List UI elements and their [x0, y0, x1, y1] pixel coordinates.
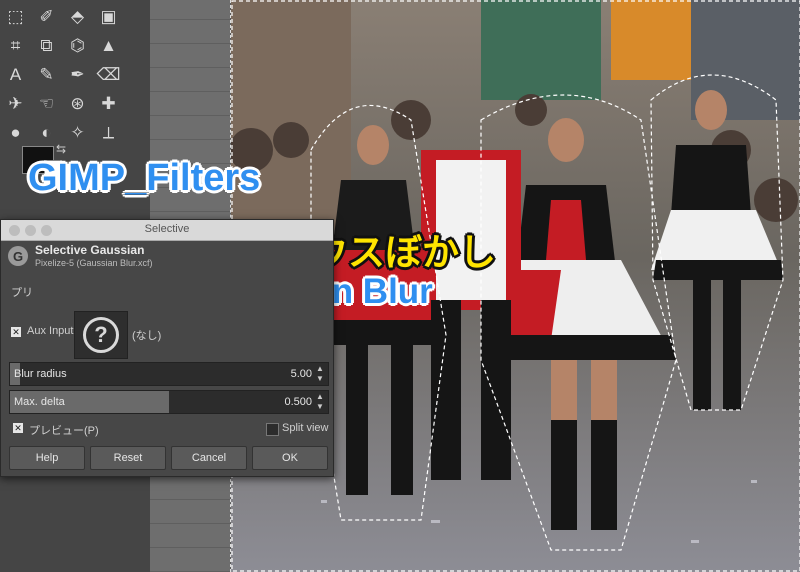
dialog-window-title: Selective — [144, 223, 190, 235]
aux-input-label: Aux Input — [27, 325, 74, 337]
max-delta-spin-scale[interactable]: Max. delta 0.500 ▲ ▼ — [9, 390, 329, 414]
smudge-icon[interactable]: ☜ — [31, 89, 62, 118]
preview-checkbox[interactable]: ✕ — [13, 423, 23, 433]
eraser-icon[interactable]: ⌫ — [93, 60, 124, 89]
help-button[interactable]: Help — [9, 446, 85, 470]
presets-label: プリ — [11, 287, 33, 299]
overlay-title-en: GIMP_Filters — [28, 157, 261, 199]
dialog-titlebar[interactable]: Selective — [1, 220, 333, 241]
aux-input-checkbox[interactable]: ✕ — [11, 327, 21, 337]
text-icon[interactable]: A — [0, 60, 31, 89]
gimp-logo-icon: G — [8, 246, 28, 266]
ok-button[interactable]: OK — [252, 446, 328, 470]
split-view-label: Split view — [282, 422, 329, 434]
measure-icon[interactable]: ⟂ — [93, 118, 124, 147]
align-icon[interactable]: ⧉ — [31, 31, 62, 60]
bucket-fill-icon[interactable]: ▲ — [93, 31, 124, 60]
preview-label: プレビュー(P) — [29, 425, 99, 437]
aux-input-selector[interactable]: ? — [74, 311, 128, 359]
question-mark-icon: ? — [83, 317, 119, 353]
path-icon[interactable]: ✧ — [62, 118, 93, 147]
aux-input-value: (なし) — [132, 330, 162, 342]
blur-icon[interactable]: ● — [0, 118, 31, 147]
filter-name: Selective Gaussian — [35, 243, 145, 257]
swap-colors-icon[interactable]: ⇆ — [56, 142, 66, 156]
cancel-button[interactable]: Cancel — [171, 446, 247, 470]
fuzzy-select-icon[interactable]: ✐ — [31, 2, 62, 31]
select-icon[interactable]: ⬚ — [0, 2, 31, 31]
brush-icon[interactable]: ✒ — [62, 60, 93, 89]
reset-button[interactable]: Reset — [90, 446, 166, 470]
dialog-header: G Selective Gaussian Pixelize-5 (Gaussia… — [1, 241, 333, 271]
cage-icon[interactable]: ⌬ — [62, 31, 93, 60]
max-delta-stepper-icon[interactable]: ▲ ▼ — [316, 392, 325, 412]
max-delta-label: Max. delta — [14, 396, 65, 408]
max-delta-value[interactable]: 0.500 — [284, 396, 312, 408]
airbrush-icon[interactable]: ✈ — [0, 89, 31, 118]
warp-icon[interactable]: ▣ — [93, 2, 124, 31]
blur-radius-stepper-icon[interactable]: ▲ ▼ — [316, 364, 325, 384]
filter-source-image: Pixelize-5 (Gaussian Blur.xcf) — [35, 258, 153, 268]
blur-radius-label: Blur radius — [14, 368, 67, 380]
crop-icon[interactable]: ⌗ — [0, 31, 31, 60]
selective-gaussian-blur-dialog: Selective G Selective Gaussian Pixelize-… — [0, 219, 334, 477]
clone-icon[interactable]: ⊛ — [62, 89, 93, 118]
blur-radius-spin-scale[interactable]: Blur radius 5.00 ▲ ▼ — [9, 362, 329, 386]
blur-radius-value[interactable]: 5.00 — [291, 368, 312, 380]
pencil-icon[interactable]: ✎ — [31, 60, 62, 89]
heal-icon[interactable]: ✚ — [93, 89, 124, 118]
split-view-checkbox[interactable] — [266, 423, 279, 436]
tool-grid: ⬚ ✐ ⬘ ▣ ⌗ ⧉ ⌬ ▲ A ✎ ✒ ⌫ ✈ ☜ ⊛ ✚ ● ◐ ✧ ⟂ — [0, 2, 124, 147]
transform-icon[interactable]: ⬘ — [62, 2, 93, 31]
